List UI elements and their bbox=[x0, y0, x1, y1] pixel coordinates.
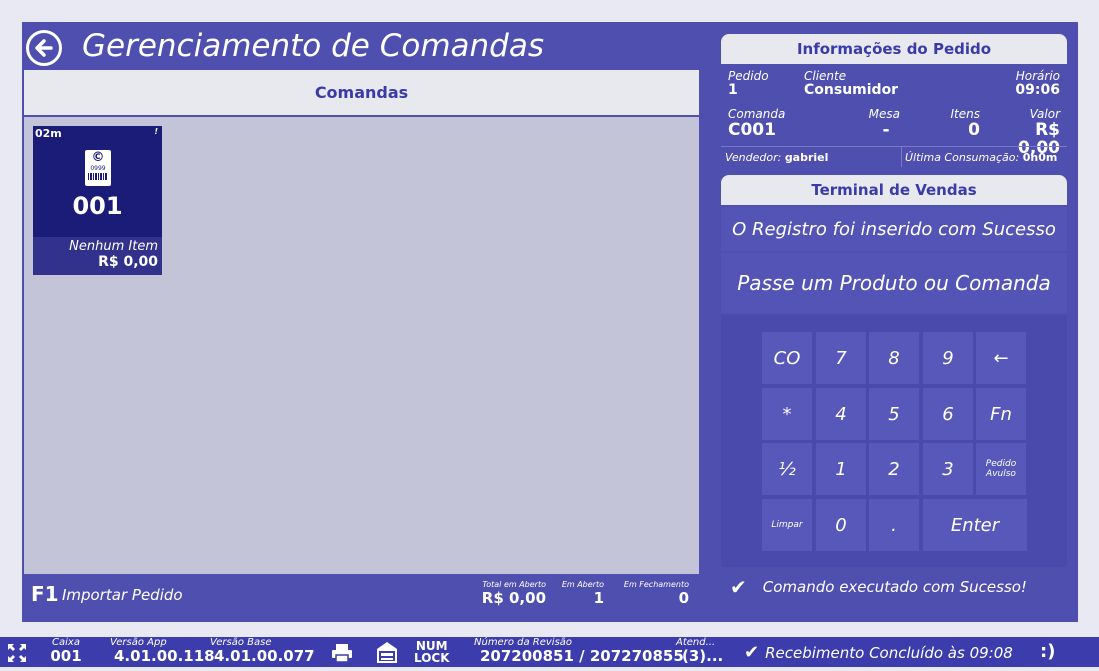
arrow-left-icon bbox=[35, 39, 53, 57]
total-open-stat: Total em Aberto R$ 0,00 bbox=[481, 580, 546, 607]
info-footer-separator bbox=[901, 147, 902, 167]
comanda-card-001[interactable]: 02m ! © 0999 001 Nenhum Item R$ 0,00 bbox=[33, 126, 162, 275]
status-app-version: Versão App 4.01.00.118 bbox=[110, 637, 215, 665]
key-2[interactable]: 2 bbox=[869, 443, 919, 495]
import-order-button[interactable]: Importar Pedido bbox=[62, 586, 183, 604]
order-info-header: Informações do Pedido bbox=[721, 34, 1067, 64]
terminal-status-text: Comando executado com Sucesso! bbox=[762, 578, 1027, 596]
open-count-stat: Em Aberto 1 bbox=[561, 580, 604, 607]
order-items: Itens 0 bbox=[950, 107, 980, 140]
order-client: Cliente Consumidor bbox=[804, 69, 899, 98]
key-7[interactable]: 7 bbox=[816, 332, 866, 384]
cash-drawer-icon[interactable] bbox=[375, 640, 399, 664]
status-bar: Caixa 001 Versão App 4.01.00.118 Versão … bbox=[0, 637, 1099, 667]
key-4[interactable]: 4 bbox=[816, 388, 866, 440]
key-9[interactable]: 9 bbox=[923, 332, 973, 384]
terminal-header: Terminal de Vendas bbox=[721, 175, 1067, 205]
key-asterisk[interactable]: * bbox=[762, 388, 812, 440]
back-button[interactable] bbox=[26, 30, 62, 66]
seller-info: Vendedor: gabriel bbox=[725, 151, 829, 164]
comanda-ticket-icon: © 0999 bbox=[85, 150, 111, 186]
key-0[interactable]: 0 bbox=[816, 499, 866, 551]
key-5[interactable]: 5 bbox=[869, 388, 919, 440]
card-alert-flag: ! bbox=[154, 127, 158, 136]
status-caixa: Caixa 001 bbox=[50, 637, 82, 665]
printer-icon[interactable] bbox=[331, 643, 353, 663]
key-3[interactable]: 3 bbox=[923, 443, 973, 495]
expand-icon[interactable] bbox=[6, 642, 28, 664]
status-message: ✔ Recebimento Concluído às 09:08 bbox=[744, 642, 1013, 663]
order-number: Pedido 1 bbox=[728, 69, 769, 98]
smiley-indicator: :) bbox=[1040, 641, 1056, 662]
info-divider bbox=[721, 146, 1067, 147]
ticket-symbol: © bbox=[91, 150, 105, 165]
status-revision: Número da Revisão 207200851 / 207270855 bbox=[474, 637, 684, 665]
last-consumption-info: Última Consumação: 0h0m bbox=[905, 151, 1058, 164]
check-icon: ✔ bbox=[730, 575, 747, 599]
key-1[interactable]: 1 bbox=[816, 443, 866, 495]
check-icon: ✔ bbox=[744, 642, 760, 663]
terminal-status: ✔ Comando executado com Sucesso! bbox=[721, 569, 1067, 605]
key-dot[interactable]: . bbox=[869, 499, 919, 551]
status-base-version: Versão Base 4.01.00.077 bbox=[210, 637, 315, 665]
ticket-number: 0999 bbox=[90, 165, 106, 172]
order-value: Valor R$ 0,00 bbox=[1018, 107, 1060, 158]
key-half[interactable]: ½ bbox=[762, 443, 812, 495]
card-footer: Nenhum Item R$ 0,00 bbox=[33, 237, 162, 275]
key-fn[interactable]: Fn bbox=[976, 388, 1026, 440]
terminal-message-success: O Registro foi inserido com Sucesso bbox=[721, 207, 1067, 251]
comandas-header: Comandas bbox=[24, 70, 699, 117]
closing-count-stat: Em Fechamento 0 bbox=[623, 580, 689, 607]
order-comanda: Comanda C001 bbox=[728, 107, 786, 140]
numlock-indicator: NUM LOCK bbox=[414, 639, 450, 665]
status-atendimento: Atend... (3)... bbox=[676, 637, 724, 665]
comandas-panel: Comandas 02m ! © 0999 001 Nenhum Item R$… bbox=[24, 70, 699, 574]
key-backspace[interactable]: ← bbox=[976, 332, 1026, 384]
key-limpar[interactable]: Limpar bbox=[762, 499, 812, 551]
key-enter[interactable]: Enter bbox=[923, 499, 1027, 551]
key-6[interactable]: 6 bbox=[923, 388, 973, 440]
key-co[interactable]: CO bbox=[762, 332, 812, 384]
order-table: Mesa - bbox=[868, 107, 900, 140]
order-time: Horário 09:06 bbox=[1015, 69, 1060, 98]
card-elapsed-time: 02m bbox=[35, 127, 62, 140]
card-number: 001 bbox=[72, 192, 123, 220]
key-8[interactable]: 8 bbox=[869, 332, 919, 384]
card-items: Nenhum Item bbox=[69, 239, 158, 254]
card-value: R$ 0,00 bbox=[98, 254, 158, 270]
f1-key-label[interactable]: F1 bbox=[31, 582, 59, 606]
barcode-icon bbox=[88, 173, 108, 180]
key-pedido-avulso[interactable]: Pedido Avulso bbox=[976, 443, 1026, 495]
terminal-prompt: Passe um Produto ou Comanda bbox=[721, 253, 1067, 313]
page-title: Gerenciamento de Comandas bbox=[82, 28, 544, 64]
